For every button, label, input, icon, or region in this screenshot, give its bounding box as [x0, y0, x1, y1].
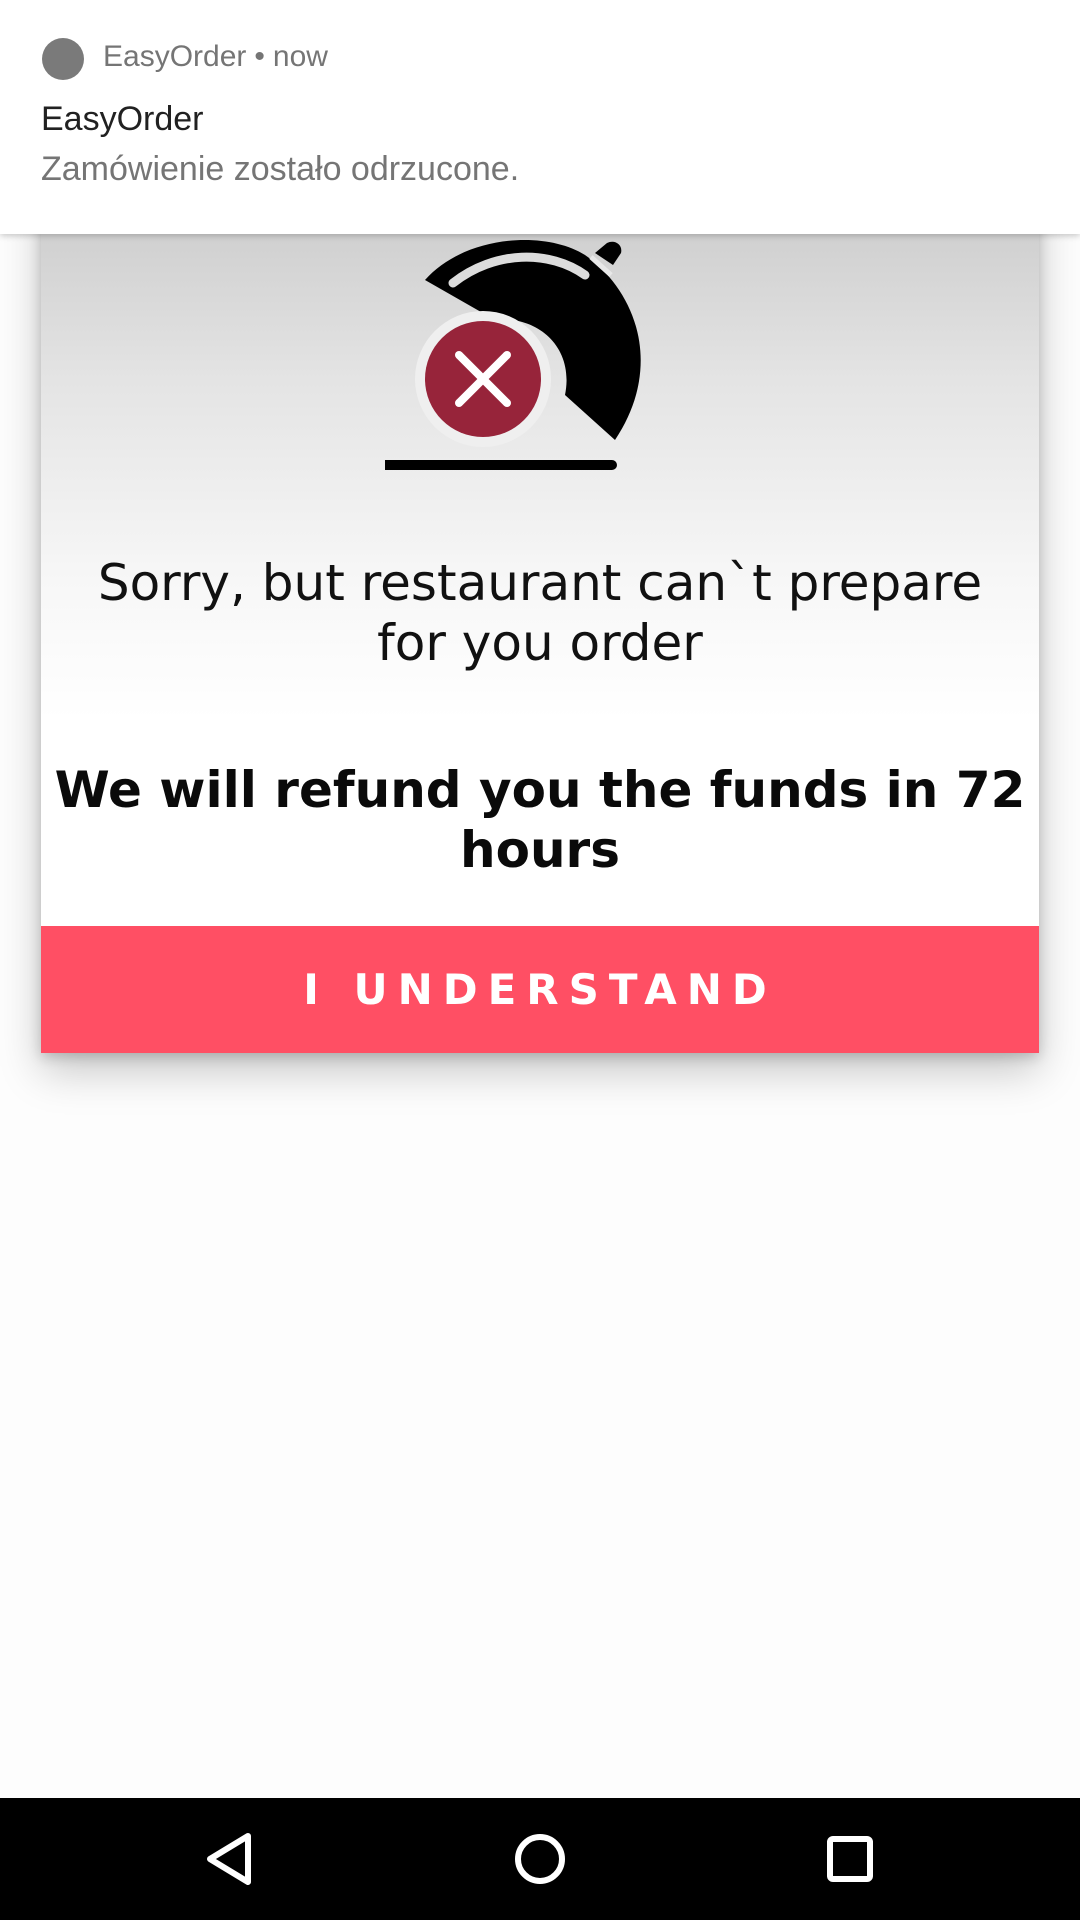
rejected-order-cloche-icon — [385, 240, 641, 470]
home-icon[interactable] — [505, 1824, 575, 1894]
refund-info: We will refund you the funds in 72 hours — [54, 761, 1026, 879]
heads-up-notification[interactable]: EasyOrder • now EasyOrder Zamówienie zosta… — [0, 0, 1080, 234]
i-understand-button[interactable]: I UNDERSTAND — [41, 926, 1039, 1053]
navigation-bar — [0, 1798, 1080, 1920]
notification-app-name: EasyOrder — [103, 40, 247, 73]
notification-header: EasyOrder • now — [103, 40, 328, 74]
notification-text: Zamówienie zostało odrzucone. — [41, 150, 520, 188]
notification-separator: • — [254, 40, 265, 73]
order-rejected-dialog: Sorry, but restaurant can`t prepare for … — [41, 160, 1039, 1053]
notification-time: now — [272, 40, 328, 73]
app-icon — [42, 38, 84, 80]
notification-title: EasyOrder — [41, 100, 204, 138]
rejection-message: Sorry, but restaurant can`t prepare for … — [97, 554, 983, 672]
recents-icon[interactable] — [815, 1824, 885, 1894]
back-icon[interactable] — [196, 1824, 266, 1894]
